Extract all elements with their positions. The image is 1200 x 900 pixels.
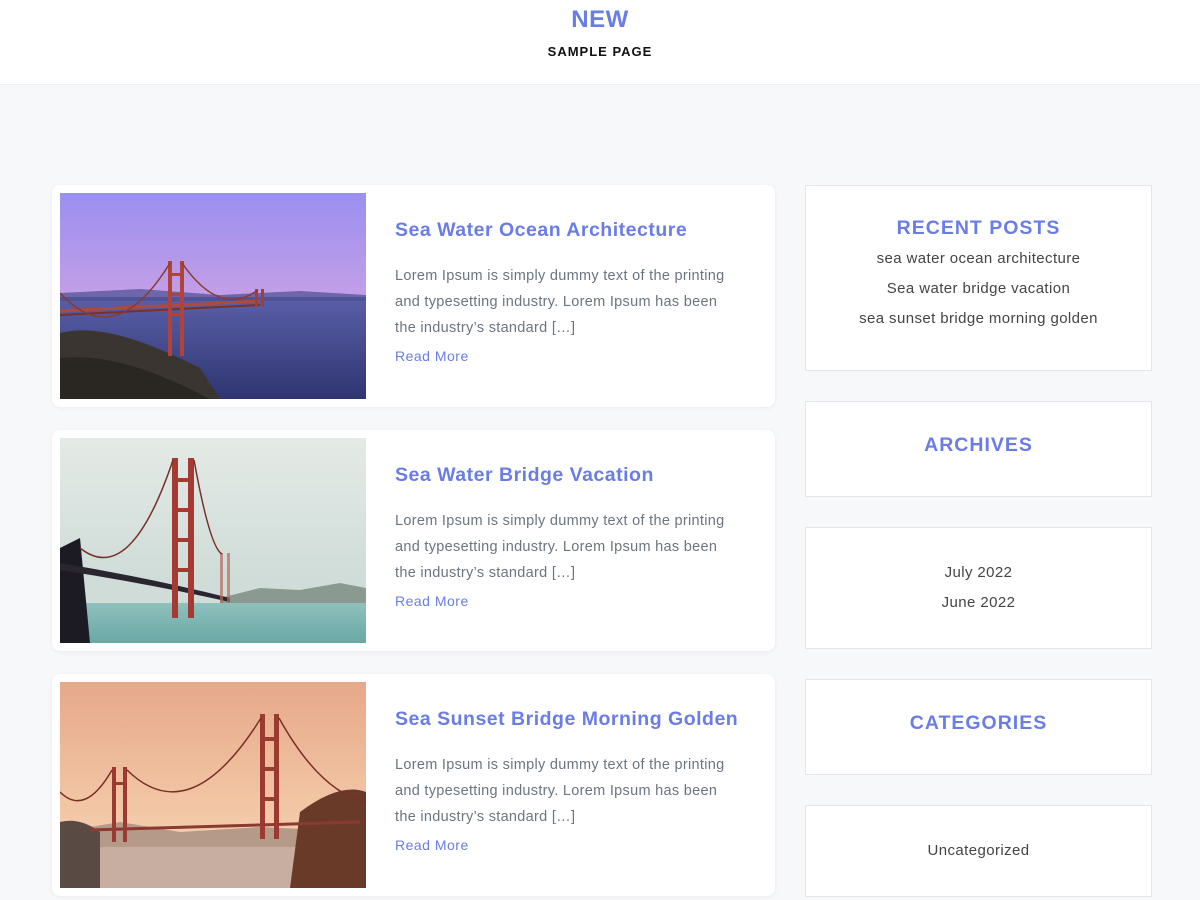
post-card: Sea Water Bridge Vacation Lorem Ipsum is… [52,430,775,651]
site-header: NEW SAMPLE PAGE [0,0,1200,85]
post-excerpt: Lorem Ipsum is simply dummy text of the … [395,268,725,336]
recent-post-link[interactable]: Sea water bridge vacation [806,274,1151,304]
nav-item-sample-page[interactable]: SAMPLE PAGE [0,44,1200,59]
post-thumbnail[interactable] [60,438,366,643]
post-excerpt: Lorem Ipsum is simply dummy text of the … [395,513,725,581]
category-link[interactable]: Uncategorized [806,836,1151,866]
categories-list: Uncategorized [806,836,1151,866]
post-thumbnail[interactable] [60,682,366,888]
categories-widget: CATEGORIES [805,679,1152,775]
read-more-link[interactable]: Read More [395,348,469,364]
recent-posts-list: sea water ocean architecture Sea water b… [806,244,1151,334]
read-more-link[interactable]: Read More [395,593,469,609]
post-excerpt: Lorem Ipsum is simply dummy text of the … [395,757,725,825]
post-title[interactable]: Sea Water Bridge Vacation [395,464,654,487]
archive-link[interactable]: June 2022 [806,588,1151,618]
post-card: Sea Water Ocean Architecture Lorem Ipsum… [52,185,775,407]
widget-title: RECENT POSTS [896,217,1061,239]
widget-title: ARCHIVES [924,434,1033,456]
recent-post-link[interactable]: sea sunset bridge morning golden [806,304,1151,334]
widget-title: CATEGORIES [909,712,1048,734]
post-title[interactable]: Sea Water Ocean Architecture [395,219,687,242]
post-title[interactable]: Sea Sunset Bridge Morning Golden [395,708,738,731]
site-title[interactable]: NEW [0,6,1200,34]
archives-list-widget: July 2022 June 2022 [805,527,1152,649]
archives-widget: ARCHIVES [805,401,1152,497]
recent-posts-widget: RECENT POSTS sea water ocean architectur… [805,185,1152,371]
recent-post-link[interactable]: sea water ocean architecture [806,244,1151,274]
archives-list: July 2022 June 2022 [806,558,1151,618]
categories-list-widget: Uncategorized [805,805,1152,897]
post-card: Sea Sunset Bridge Morning Golden Lorem I… [52,674,775,896]
post-thumbnail[interactable] [60,193,366,399]
read-more-link[interactable]: Read More [395,837,469,853]
archive-link[interactable]: July 2022 [806,558,1151,588]
